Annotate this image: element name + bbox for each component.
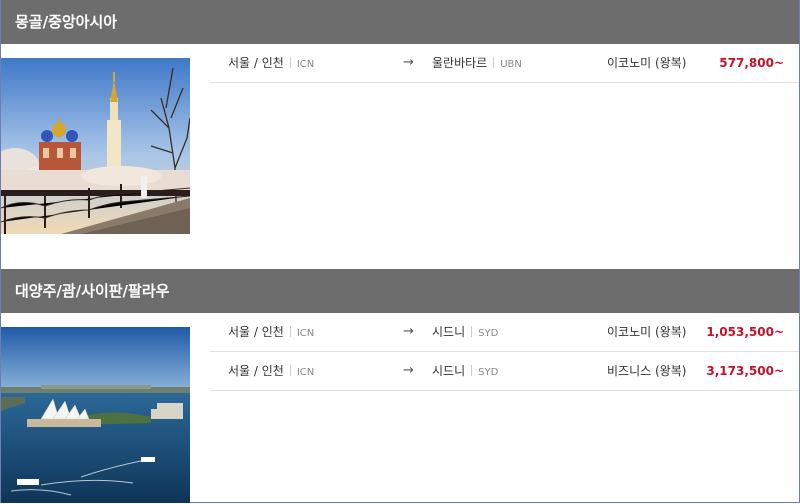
arrival-city: 시드니 [432, 364, 466, 378]
section-title: 대양주/괌/사이판/팔라우 [1, 269, 799, 313]
cabin-class: 이코노미 (왕복) [607, 56, 687, 70]
section-title: 몽골/중앙아시아 [1, 0, 799, 44]
departure-code: ICN [284, 59, 314, 70]
section-oceania: 대양주/괌/사이판/팔라우 서울 / 인천 ICN → 시드니 SYD 이코노미… [1, 269, 799, 504]
fare-price[interactable]: 1,053,500~ [706, 313, 784, 351]
destination-photo-kremlin[interactable] [1, 58, 190, 234]
arrow-right-icon: → [403, 324, 414, 339]
arrow-right-icon: → [403, 363, 414, 378]
arrival-city: 시드니 [432, 325, 466, 339]
arrival-code: UBN [487, 59, 522, 70]
arrival-code: SYD [465, 328, 498, 339]
arrival-code: SYD [465, 367, 498, 378]
arrival-city: 울란바타르 [432, 56, 488, 70]
destination-photo-sydney[interactable] [1, 327, 190, 503]
arrow-right-icon: → [403, 55, 414, 70]
departure-city: 서울 / 인천 [228, 56, 284, 70]
departure-city: 서울 / 인천 [228, 325, 284, 339]
fare-price[interactable]: 3,173,500~ [706, 352, 784, 390]
route-row[interactable]: 서울 / 인천 ICN → 시드니 SYD 이코노미 (왕복) 1,053,500~ [210, 313, 799, 352]
cabin-class: 비즈니스 (왕복) [607, 364, 687, 378]
cabin-class: 이코노미 (왕복) [607, 325, 687, 339]
departure-city: 서울 / 인천 [228, 364, 284, 378]
route-row[interactable]: 서울 / 인천 ICN → 시드니 SYD 비즈니스 (왕복) 3,173,500~ [210, 352, 799, 391]
departure-code: ICN [284, 328, 314, 339]
route-row[interactable]: 서울 / 인천 ICN → 울란바타르 UBN 이코노미 (왕복) 577,800~ [210, 44, 799, 83]
departure-code: ICN [284, 367, 314, 378]
route-list: 서울 / 인천 ICN → 울란바타르 UBN 이코노미 (왕복) 577,800~ [210, 44, 799, 83]
fare-price[interactable]: 577,800~ [719, 44, 784, 82]
section-mongolia: 몽골/중앙아시아 서울 / 인천 ICN → 울란바타르 UBN 이코노미 (왕… [1, 0, 799, 268]
route-list: 서울 / 인천 ICN → 시드니 SYD 이코노미 (왕복) 1,053,500~… [210, 313, 799, 391]
